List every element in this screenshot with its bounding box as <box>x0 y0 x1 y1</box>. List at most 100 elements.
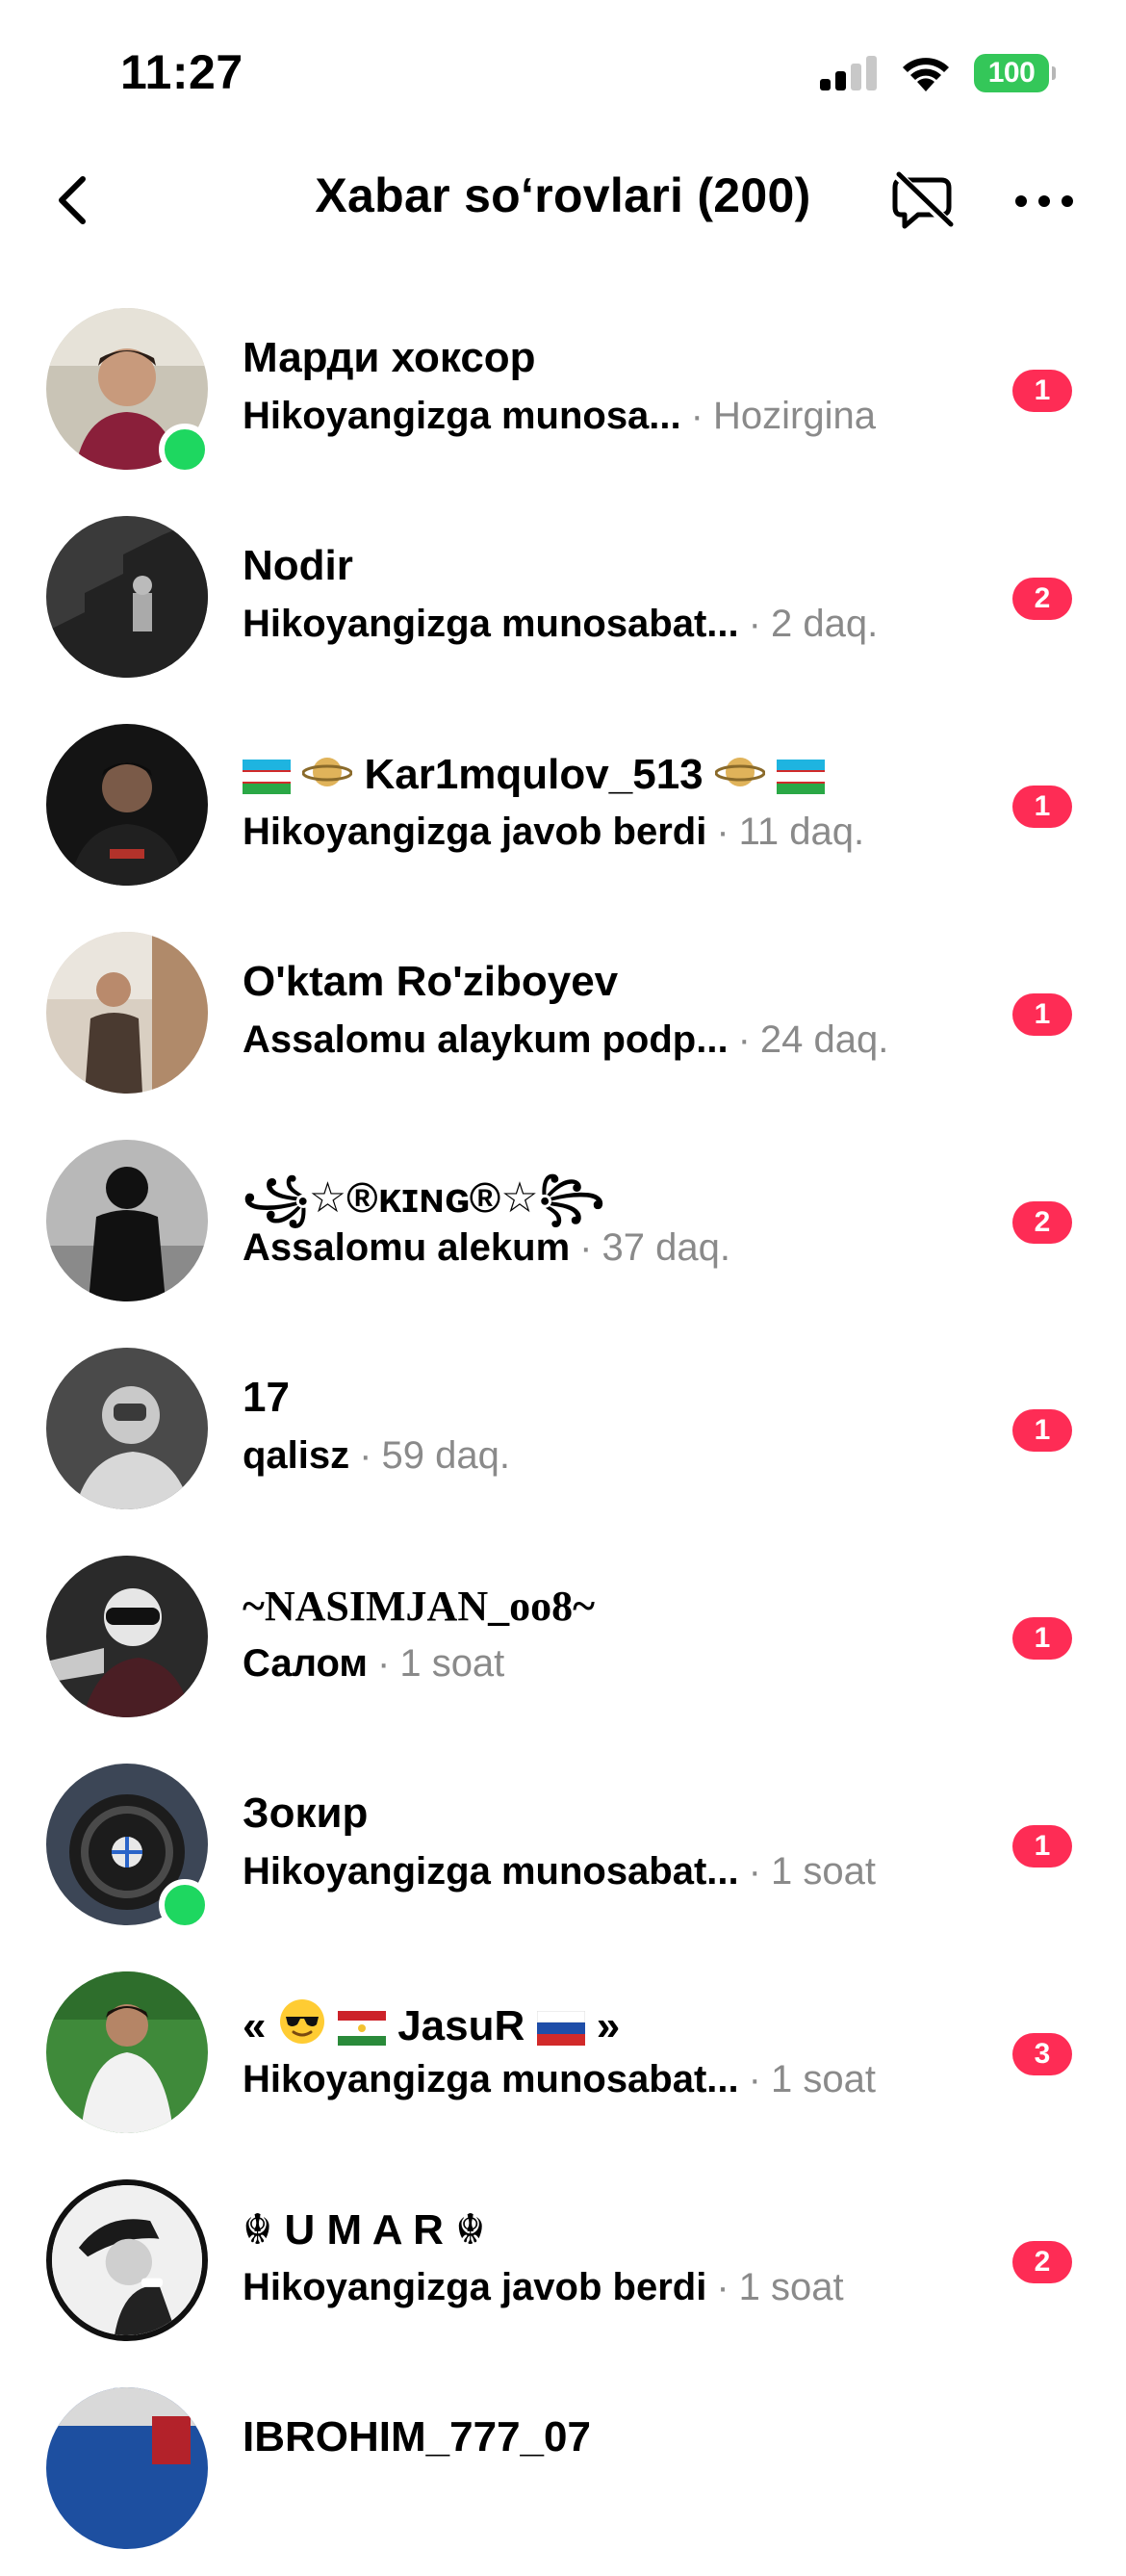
unread-badge: 3 <box>1012 2033 1072 2075</box>
row-subtitle: Салом · 1 soat <box>243 1642 504 1686</box>
tajikistan-flag-icon <box>337 2011 386 2046</box>
list-item[interactable]: 17 qalisz · 59 daq. 1 <box>0 1328 1126 1536</box>
planet-icon <box>302 758 353 786</box>
row-name: ~NASIMJAN_oo8~ <box>243 1583 595 1630</box>
row-subtitle: Hikoyangizga munosabat... · 2 daq. <box>243 603 878 646</box>
avatar[interactable] <box>46 2387 208 2549</box>
avatar[interactable] <box>46 1556 208 1717</box>
online-status-dot <box>159 424 211 476</box>
row-message: Hikoyangizga munosabat... <box>243 1850 739 1893</box>
row-name: 17 <box>243 1374 290 1421</box>
separator-dot: · <box>716 811 729 853</box>
row-name: O'ktam Ro'ziboyev <box>243 958 619 1005</box>
row-subtitle: Hikoyangizga munosabat... · 1 soat <box>243 1850 876 1893</box>
row-subtitle: Assalomu alekum · 37 daq. <box>243 1226 730 1270</box>
row-time: 2 daq. <box>770 603 879 645</box>
battery-level: 100 <box>987 57 1036 89</box>
row-subtitle: Hikoyangizga javob berdi · 11 daq. <box>243 811 864 854</box>
message-filter-icon <box>891 168 957 232</box>
unread-badge: 1 <box>1012 1617 1072 1660</box>
list-item[interactable]: ꧁☆®ᴋɪɴɢ®☆꧂ Assalomu alekum · 37 daq. 2 <box>0 1121 1126 1328</box>
row-message: Hikoyangizga javob berdi <box>243 2266 707 2308</box>
more-horizontal-icon <box>1015 195 1073 207</box>
separator-dot: · <box>359 1434 372 1477</box>
list-item[interactable]: Kar1mqulov_513 Hikoyangizga javob berdi … <box>0 705 1126 913</box>
avatar[interactable] <box>46 1971 208 2133</box>
row-time: 1 soat <box>399 1642 505 1685</box>
row-message: Hikoyangizga javob berdi <box>243 811 707 853</box>
row-message: Assalomu alaykum podp... <box>243 1018 729 1061</box>
row-subtitle: qalisz · 59 daq. <box>243 1434 510 1478</box>
unread-badge: 2 <box>1012 1201 1072 1244</box>
row-time: 59 daq. <box>381 1434 510 1477</box>
row-name-text: » <box>596 2002 621 2049</box>
row-time: 1 soat <box>738 2266 844 2308</box>
planet-icon <box>714 758 765 786</box>
separator-dot: · <box>377 1642 391 1685</box>
russia-flag-icon <box>536 2011 585 2046</box>
status-time: 11:27 <box>120 45 243 99</box>
sunglasses-emoji-icon <box>279 1999 324 2044</box>
unread-badge: 1 <box>1012 1409 1072 1452</box>
unread-badge: 2 <box>1012 578 1072 620</box>
row-time: 11 daq. <box>738 811 865 853</box>
avatar[interactable] <box>46 516 208 678</box>
status-icons: 100 <box>820 54 1056 92</box>
uzbekistan-flag-icon <box>243 760 291 794</box>
row-name-text: « <box>243 2002 267 2049</box>
wifi-icon <box>903 58 949 91</box>
row-name: Nodir <box>243 542 353 589</box>
separator-dot: · <box>748 1850 761 1893</box>
uzbekistan-flag-icon <box>777 760 826 794</box>
row-message: Assalomu alekum <box>243 1226 571 1269</box>
list-item[interactable]: « JasuR » Hikoyangizga munosabat... · 1 … <box>0 1952 1126 2160</box>
message-request-list: Марди хоксор Hikoyangizga munosa... · Ho… <box>0 289 1126 2576</box>
avatar[interactable] <box>46 2179 208 2341</box>
more-button[interactable] <box>1001 167 1088 235</box>
row-subtitle: Assalomu alaykum podp... · 24 daq. <box>243 1018 888 1062</box>
list-item[interactable]: Зокир Hikoyangizga munosabat... · 1 soat… <box>0 1744 1126 1952</box>
row-message: Hikoyangizga munosabat... <box>243 2058 739 2100</box>
unread-badge: 2 <box>1012 2241 1072 2283</box>
avatar[interactable] <box>46 1140 208 1301</box>
battery-icon: 100 <box>974 54 1056 92</box>
list-item[interactable]: ~NASIMJAN_oo8~ Салом · 1 soat 1 <box>0 1536 1126 1744</box>
row-name: IBROHIM_777_07 <box>243 2413 591 2460</box>
list-item[interactable]: ☬ U M A R ☬ Hikoyangizga javob berdi · 1… <box>0 2160 1126 2368</box>
unread-badge: 1 <box>1012 1825 1072 1868</box>
row-name-text: Kar1mqulov_513 <box>364 751 704 798</box>
avatar[interactable] <box>46 1348 208 1509</box>
row-subtitle: Hikoyangizga munosabat... · 1 soat <box>243 2058 876 2101</box>
unread-badge: 1 <box>1012 370 1072 412</box>
list-item[interactable]: O'ktam Ro'ziboyev Assalomu alaykum podp.… <box>0 913 1126 1121</box>
row-name: Kar1mqulov_513 <box>243 750 826 799</box>
row-message: Салом <box>243 1642 368 1685</box>
message-filter-button[interactable] <box>881 158 967 245</box>
row-time: 24 daq. <box>759 1018 889 1061</box>
list-item[interactable]: Nodir Hikoyangizga munosabat... · 2 daq.… <box>0 497 1126 705</box>
row-message: Hikoyangizga munosabat... <box>243 603 739 645</box>
separator-dot: · <box>748 603 761 645</box>
row-message: qalisz <box>243 1434 350 1477</box>
separator-dot: · <box>690 395 704 437</box>
row-name-text: JasuR <box>397 2002 525 2049</box>
row-time: Hozirgina <box>712 395 876 437</box>
row-name: Зокир <box>243 1790 369 1837</box>
unread-badge: 1 <box>1012 993 1072 1036</box>
row-message: Hikoyangizga munosa... <box>243 395 681 437</box>
status-bar: 11:27 100 <box>0 0 1126 144</box>
row-subtitle: Hikoyangizga javob berdi · 1 soat <box>243 2266 844 2309</box>
avatar[interactable] <box>46 724 208 886</box>
separator-dot: · <box>737 1018 751 1061</box>
row-name: Марди хоксор <box>243 334 536 381</box>
online-status-dot <box>159 1879 211 1931</box>
row-time: 1 soat <box>770 2058 876 2100</box>
avatar[interactable] <box>46 932 208 1094</box>
separator-dot: · <box>716 2266 729 2308</box>
row-time: 1 soat <box>770 1850 876 1893</box>
row-time: 37 daq. <box>601 1226 730 1269</box>
row-subtitle: Hikoyangizga munosa... · Hozirgina <box>243 395 876 438</box>
list-item[interactable]: IBROHIM_777_07 <box>0 2368 1126 2576</box>
list-item[interactable]: Марди хоксор Hikoyangizga munosa... · Ho… <box>0 289 1126 497</box>
header: Xabar so‘rovlari (200) <box>0 144 1126 255</box>
